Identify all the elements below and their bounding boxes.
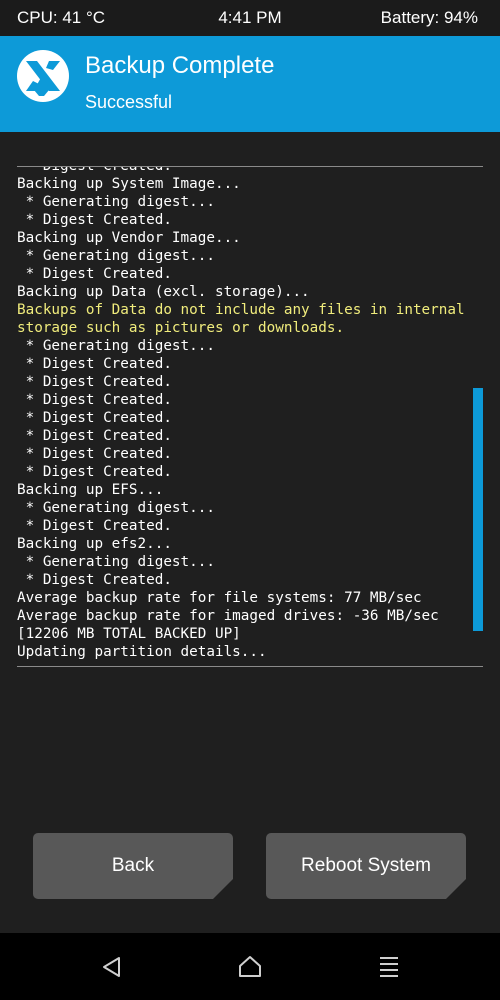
console-log-line: * Digest Created. <box>17 464 172 480</box>
console-log-line: * Digest Created. <box>17 374 172 390</box>
console-log-line: Average backup rate for file systems: 77… <box>17 590 422 606</box>
back-button-label: Back <box>111 855 155 876</box>
console-log-line: * Digest Created. <box>17 392 172 408</box>
console-log-line: Backing up Vendor Image... <box>17 230 241 246</box>
console-log-line: * Digest Created. <box>17 572 172 588</box>
twrp-logo-icon <box>17 50 69 102</box>
console-log-line: * Digest Created. <box>17 266 172 282</box>
console-log-line: * Generating digest... <box>17 194 215 210</box>
navigation-bar <box>0 933 500 1000</box>
triangle-back-icon[interactable] <box>98 953 126 981</box>
console-log-line: Backing up EFS... <box>17 482 164 498</box>
console-log-line: * Generating digest... <box>17 248 215 264</box>
console-log-line: Backing up System Image... <box>17 176 241 192</box>
console-log-line: Backing up Data (excl. storage)... <box>17 284 310 300</box>
console-log-line: Updating partition details... <box>17 644 267 660</box>
reboot-system-button[interactable]: Reboot System <box>266 833 466 899</box>
console-log-line: * Generating digest... <box>17 554 215 570</box>
menu-icon[interactable] <box>375 953 403 981</box>
console-log-line: * Digest Created. <box>17 167 465 175</box>
console-log-line: * Digest Created. <box>17 212 172 228</box>
back-button[interactable]: Back <box>33 833 233 899</box>
console-bottom-divider <box>17 666 483 667</box>
console-scrollbar[interactable] <box>473 388 483 631</box>
console-log-panel[interactable]: * Digest Created.Backing up System Image… <box>0 132 500 677</box>
console-log-line: * Generating digest... <box>17 500 215 516</box>
console-log-line: * Digest Created. <box>17 446 172 462</box>
console-warning-line: Backups of Data do not include any files… <box>17 302 465 318</box>
console-warning-line: storage such as pictures or downloads. <box>17 320 345 336</box>
console-log-line: * Digest Created. <box>17 410 172 426</box>
console-log-line: Backing up efs2... <box>17 536 172 552</box>
status-bar: 4:41 PM CPU: 41 °C Battery: 94% <box>0 0 500 36</box>
status-battery: Battery: 94% <box>380 8 478 27</box>
status-cpu-temp: CPU: 41 °C <box>17 8 106 27</box>
page-title: Backup Complete <box>85 52 275 79</box>
console-log-line: * Digest Created. <box>17 518 172 534</box>
home-icon[interactable] <box>236 953 264 981</box>
reboot-system-button-label: Reboot System <box>301 855 431 876</box>
page-header: Backup Complete Successful <box>0 36 500 132</box>
console-log-line: * Digest Created. <box>17 428 172 444</box>
console-log-line: * Digest Created. <box>17 356 172 372</box>
console-log-line: * Generating digest... <box>17 338 215 354</box>
console-log-line: Average backup rate for imaged drives: -… <box>17 608 439 624</box>
console-log-list: * Digest Created.Backing up System Image… <box>17 167 465 661</box>
console-log-line: [12206 MB TOTAL BACKED UP] <box>17 626 241 642</box>
page-subtitle: Successful <box>85 92 173 112</box>
console-log-viewport[interactable]: * Digest Created.Backing up System Image… <box>17 167 477 665</box>
